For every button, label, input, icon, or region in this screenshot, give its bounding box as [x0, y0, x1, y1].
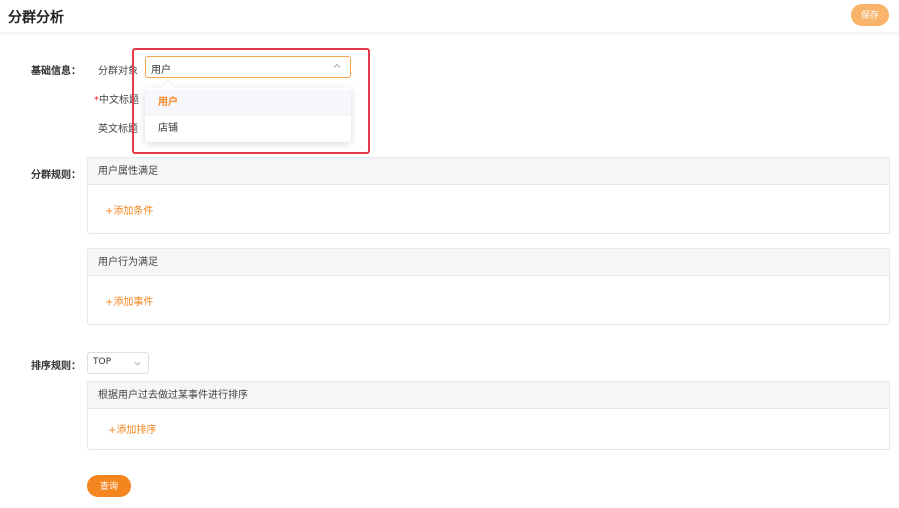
user-attribute-panel-title: 用户属性满足: [88, 158, 889, 185]
chevron-down-icon: [134, 361, 141, 366]
query-button[interactable]: 查询: [87, 475, 131, 497]
sort-top-select[interactable]: TOP: [87, 352, 149, 374]
add-sort-link[interactable]: +添加排序: [108, 421, 156, 436]
sort-panel-title: 根据用户过去做过某事件进行排序: [88, 382, 889, 409]
sort-panel: 根据用户过去做过某事件进行排序: [87, 381, 890, 450]
page-title: 分群分析: [8, 10, 64, 26]
save-button[interactable]: 保存: [851, 4, 889, 26]
user-behavior-panel-title: 用户行为满足: [88, 249, 889, 276]
group-rules-section-label: 分群规则：: [31, 170, 81, 181]
add-condition-link[interactable]: +添加条件: [105, 202, 153, 217]
user-attribute-panel: 用户属性满足: [87, 157, 890, 234]
sort-top-select-value: TOP: [93, 357, 112, 367]
page-header: 分群分析 保存: [0, 0, 899, 32]
user-behavior-panel: 用户行为满足: [87, 248, 890, 325]
highlight-annotation-box: [132, 48, 370, 154]
sort-rules-section-label: 排序规则：: [31, 361, 81, 372]
basic-info-section-label: 基础信息：: [31, 66, 81, 77]
add-event-link[interactable]: +添加事件: [105, 293, 153, 308]
